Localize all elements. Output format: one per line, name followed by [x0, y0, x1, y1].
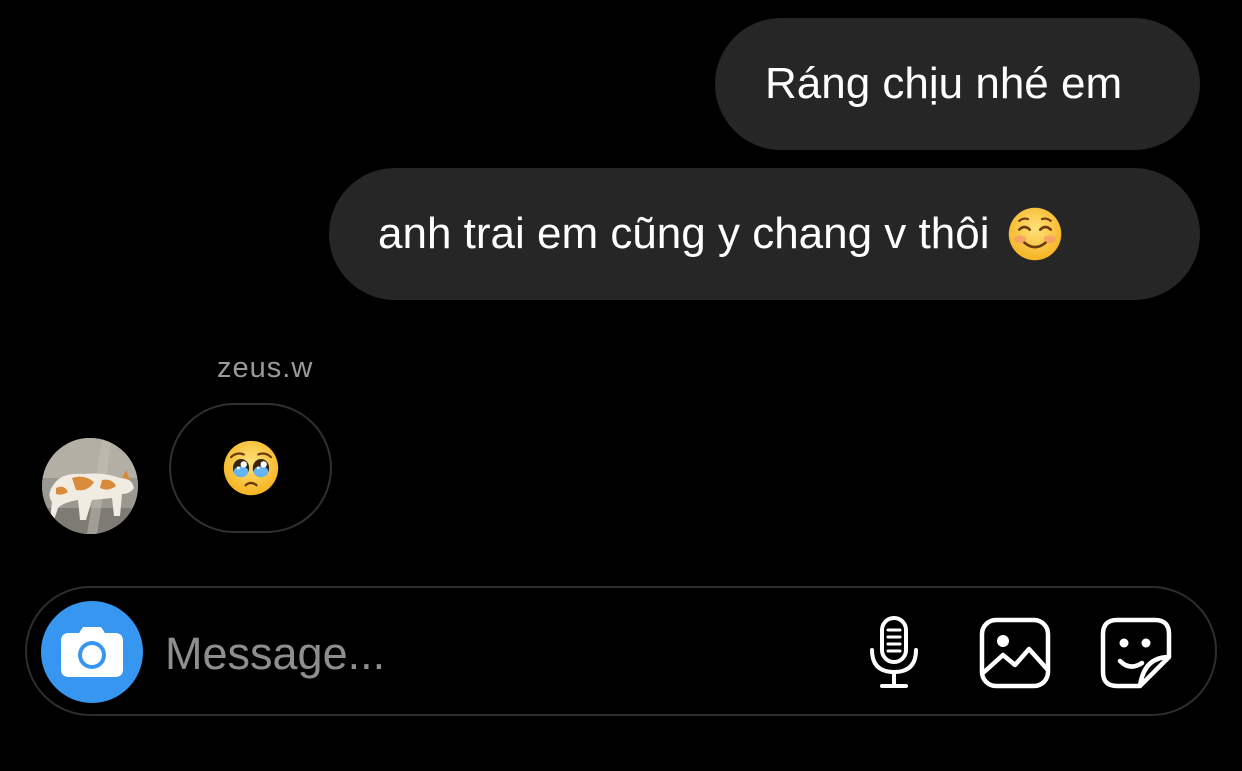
- incoming-message-bubble[interactable]: [169, 403, 332, 533]
- camera-button[interactable]: [41, 601, 143, 703]
- outgoing-message-bubble[interactable]: anh trai em cũng y chang v thôi: [329, 168, 1200, 300]
- gallery-button[interactable]: [978, 616, 1052, 690]
- sender-avatar[interactable]: [42, 438, 138, 534]
- microphone-icon: [870, 616, 918, 688]
- message-text: Ráng chịu nhé em: [765, 59, 1123, 108]
- sticker-icon: [1100, 617, 1172, 689]
- message-input[interactable]: [163, 618, 767, 690]
- sender-name[interactable]: zeus.w: [217, 352, 313, 385]
- camera-icon: [61, 627, 123, 677]
- gallery-icon: [979, 617, 1051, 689]
- sticker-button[interactable]: [1099, 616, 1173, 690]
- outgoing-message-bubble[interactable]: Ráng chịu nhé em: [715, 18, 1200, 150]
- cat-photo-avatar-icon: [42, 438, 138, 534]
- message-composer: [25, 586, 1217, 716]
- voice-message-button[interactable]: [857, 616, 931, 690]
- smiling-face-emoji-icon: [1009, 207, 1062, 261]
- pleading-face-emoji-icon: [223, 440, 278, 496]
- message-text: anh trai em cũng y chang v thôi: [378, 209, 990, 258]
